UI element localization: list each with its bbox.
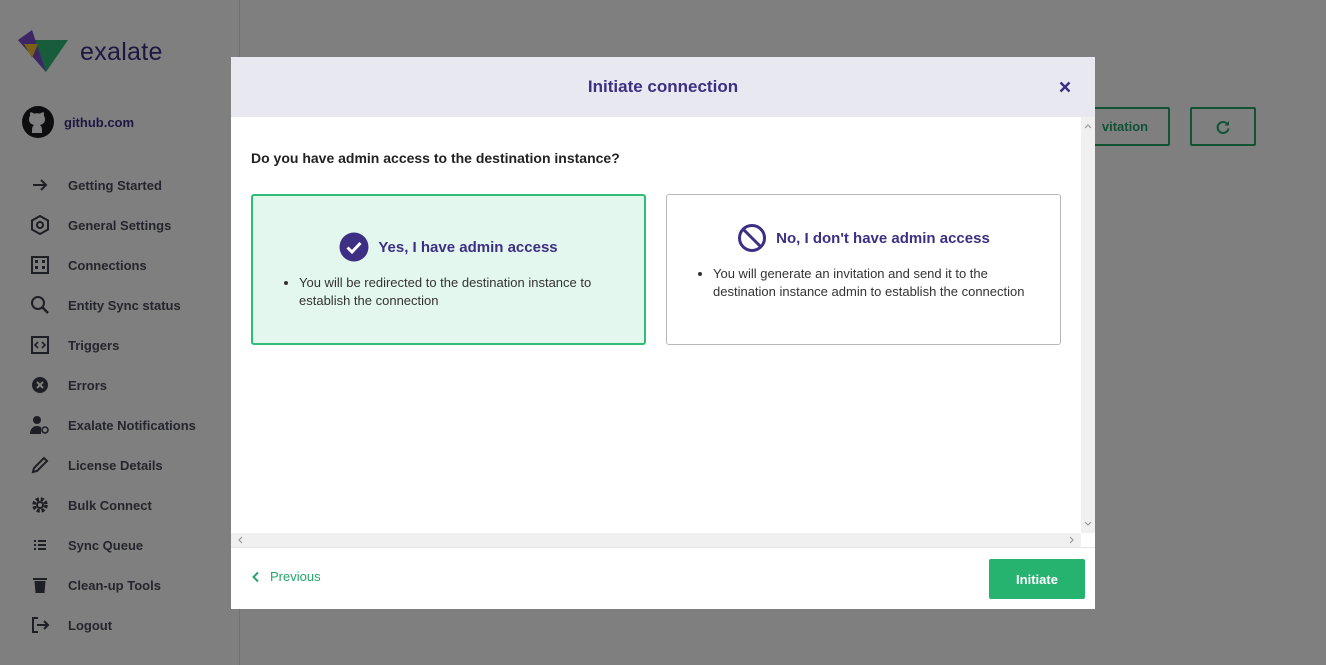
check-circle-icon: [339, 232, 369, 262]
scroll-down-icon[interactable]: [1081, 517, 1095, 531]
horizontal-scrollbar[interactable]: [231, 533, 1081, 547]
option-no-admin-access[interactable]: No, I don't have admin access You will g…: [666, 194, 1061, 345]
option-yes-admin-access[interactable]: Yes, I have admin access You will be red…: [251, 194, 646, 345]
previous-button[interactable]: Previous: [251, 569, 321, 584]
option-bullet: You will generate an invitation and send…: [713, 265, 1043, 301]
option-header: Yes, I have admin access: [253, 232, 644, 262]
modal-footer: Previous Initiate: [231, 547, 1095, 609]
modal-title: Initiate connection: [587, 77, 739, 96]
option-header: No, I don't have admin access: [667, 223, 1060, 253]
close-button[interactable]: [1057, 79, 1073, 95]
admin-access-question: Do you have admin access to the destinat…: [251, 150, 620, 166]
vertical-scrollbar[interactable]: [1081, 117, 1095, 533]
close-icon: [1059, 81, 1071, 93]
modal-body: Do you have admin access to the destinat…: [231, 117, 1081, 533]
initiate-button[interactable]: Initiate: [989, 559, 1085, 599]
initiate-connection-modal: Initiate connection Do you have admin ac…: [231, 57, 1095, 609]
chevron-left-icon: [252, 571, 259, 582]
ban-icon: [738, 224, 767, 252]
scrollbar-corner: [1081, 533, 1095, 547]
modal-header: Initiate connection: [231, 57, 1095, 117]
previous-label: Previous: [270, 569, 321, 584]
scroll-right-icon[interactable]: [1065, 533, 1079, 547]
option-description: You will generate an invitation and send…: [713, 265, 1043, 301]
option-title: No, I don't have admin access: [776, 229, 990, 247]
option-bullet: You will be redirected to the destinatio…: [299, 274, 629, 310]
scroll-up-icon[interactable]: [1081, 119, 1095, 133]
option-description: You will be redirected to the destinatio…: [299, 274, 629, 310]
option-title: Yes, I have admin access: [378, 238, 558, 256]
scroll-left-icon[interactable]: [233, 533, 247, 547]
